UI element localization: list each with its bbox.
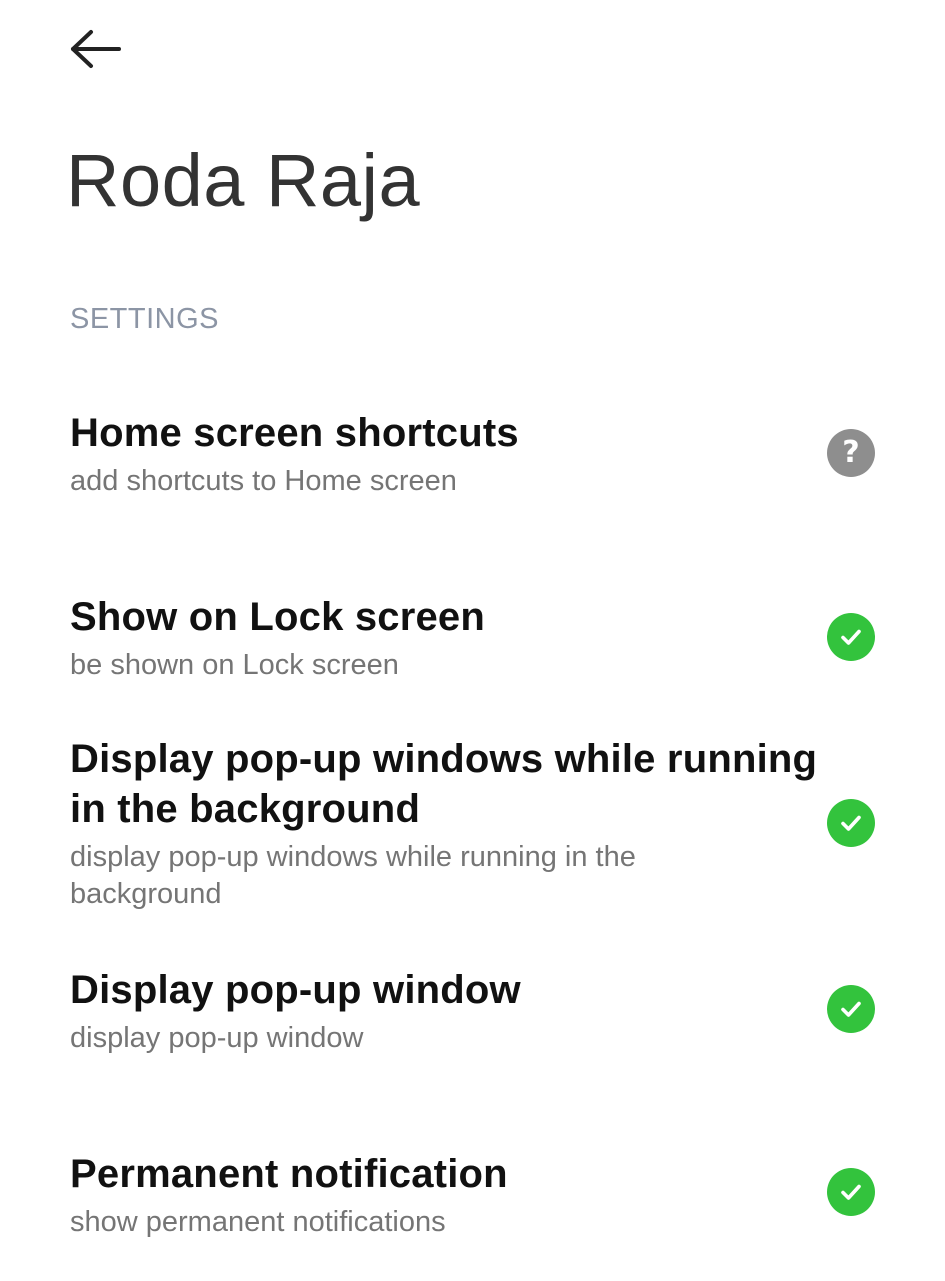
question-icon[interactable]: ?	[827, 429, 875, 477]
setting-display-popup-background[interactable]: Display pop-up windows while running in …	[0, 726, 945, 926]
setting-title: Permanent notification	[70, 1152, 508, 1196]
setting-title: Display pop-up window	[70, 968, 521, 1012]
check-circle-icon[interactable]	[827, 613, 875, 661]
setting-show-on-lock-screen[interactable]: Show on Lock screen be shown on Lock scr…	[0, 584, 945, 714]
arrow-left-icon	[71, 30, 121, 68]
check-circle-icon[interactable]	[827, 799, 875, 847]
setting-subtitle: add shortcuts to Home screen	[70, 465, 457, 497]
setting-subtitle: be shown on Lock screen	[70, 649, 399, 681]
section-header-settings: SETTINGS	[70, 303, 220, 335]
setting-title: Show on Lock screen	[70, 595, 486, 639]
setting-subtitle: show permanent notifications	[70, 1206, 446, 1238]
setting-subtitle: display pop-up windows while running in …	[70, 841, 636, 910]
setting-permanent-notification[interactable]: Permanent notification show permanent no…	[0, 1141, 945, 1271]
check-circle-icon[interactable]	[827, 985, 875, 1033]
back-button[interactable]	[58, 18, 134, 80]
setting-title: Display pop-up windows while running in …	[70, 737, 818, 831]
check-circle-icon[interactable]	[827, 1168, 875, 1216]
setting-display-popup-window[interactable]: Display pop-up window display pop-up win…	[0, 957, 945, 1087]
page-title: Roda Raja	[66, 139, 421, 222]
setting-home-screen-shortcuts[interactable]: Home screen shortcuts add shortcuts to H…	[0, 400, 945, 530]
setting-subtitle: display pop-up window	[70, 1022, 364, 1054]
setting-title: Home screen shortcuts	[70, 411, 519, 455]
